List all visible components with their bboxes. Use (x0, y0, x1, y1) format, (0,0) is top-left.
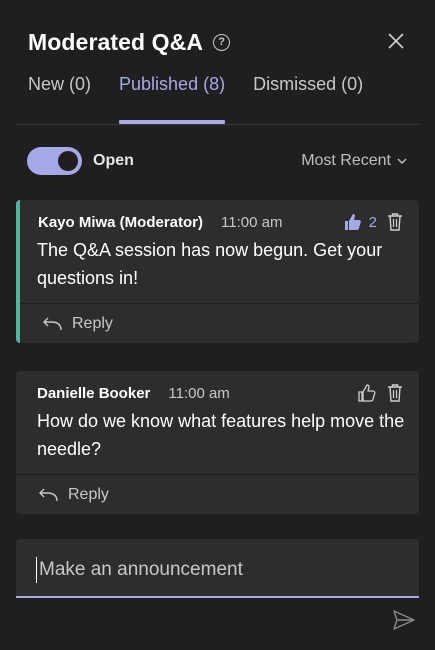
reply-icon (43, 317, 62, 330)
card-header: Kayo Miwa (Moderator) 11:00 am 2 (38, 212, 403, 232)
reply-row[interactable]: Reply (16, 474, 419, 514)
card-header: Danielle Booker 11:00 am (37, 383, 403, 403)
timestamp: 11:00 am (221, 213, 283, 231)
reply-button[interactable]: Reply (68, 486, 109, 504)
tab-dismissed[interactable]: Dismissed (0) (253, 72, 363, 124)
tab-new[interactable]: New (0) (28, 72, 91, 124)
sort-label: Most Recent (301, 152, 391, 169)
timestamp: 11:00 am (168, 384, 230, 402)
help-icon[interactable]: ? (213, 33, 231, 51)
author-name: Danielle Booker (37, 384, 151, 402)
author-name: Kayo Miwa (Moderator) (38, 213, 204, 231)
toolbar: Open Most Recent (27, 146, 407, 176)
card-actions: 2 (343, 212, 403, 232)
page-title: Moderated Q&A (28, 28, 204, 55)
like-count: 2 (368, 213, 377, 231)
tab-published[interactable]: Published (8) (119, 72, 226, 124)
open-toggle[interactable] (27, 147, 82, 175)
toggle-knob (58, 151, 78, 171)
trash-icon[interactable] (387, 212, 403, 232)
panel-header: Moderated Q&A ? (28, 26, 415, 58)
reply-icon (39, 488, 58, 501)
tab-bar: New (0) Published (8) Dismissed (0) (28, 72, 363, 124)
announcement-input[interactable] (36, 557, 399, 583)
reply-button[interactable]: Reply (72, 315, 113, 333)
sort-dropdown[interactable]: Most Recent (301, 152, 407, 170)
question-card: Danielle Booker 11:00 am How do we know … (16, 371, 419, 514)
question-text: The Q&A session has now begun. Get your … (37, 240, 383, 288)
chevron-down-icon (397, 158, 407, 164)
question-text: How do we know what features help move t… (37, 411, 405, 459)
thumbs-up-icon[interactable] (343, 212, 363, 232)
question-card: Kayo Miwa (Moderator) 11:00 am 2 The Q&A… (16, 200, 419, 343)
toggle-label: Open (93, 152, 134, 169)
announcement-composer (16, 539, 419, 598)
trash-icon[interactable] (387, 383, 403, 403)
send-icon[interactable] (393, 610, 415, 630)
close-icon[interactable] (387, 32, 405, 50)
card-actions (357, 383, 403, 403)
tabs-divider (16, 124, 419, 125)
reply-row[interactable]: Reply (20, 303, 419, 343)
thumbs-up-icon[interactable] (357, 383, 377, 403)
